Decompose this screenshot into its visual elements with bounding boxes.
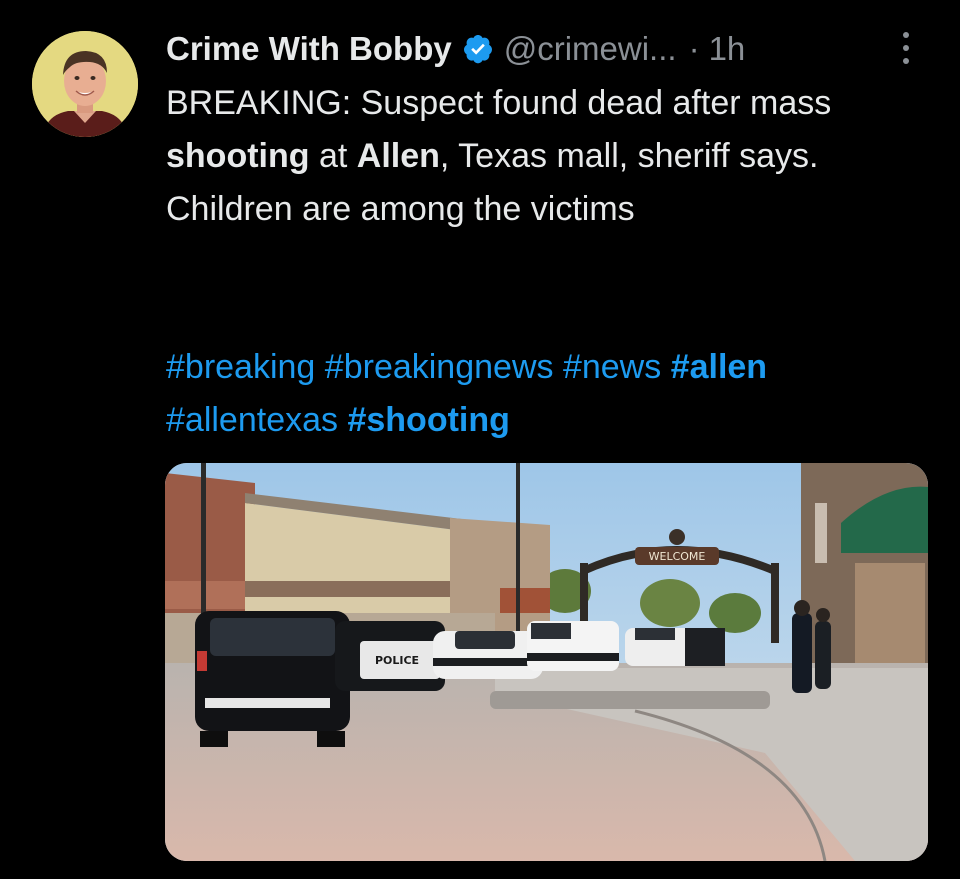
author-name[interactable]: Crime With Bobby xyxy=(166,30,452,68)
author-handle[interactable]: @crimewi... xyxy=(504,30,677,68)
police-scene-photo: WELCOME POLICE xyxy=(165,463,928,861)
hashtag-link[interactable]: #breaking xyxy=(166,348,315,386)
profile-photo xyxy=(32,31,138,137)
police-label: POLICE xyxy=(375,654,419,667)
hashtag-link[interactable]: #shooting xyxy=(347,401,509,439)
text-run: at xyxy=(309,137,357,175)
verified-badge-icon xyxy=(462,33,494,65)
police-car-1: POLICE xyxy=(335,621,445,691)
avatar[interactable] xyxy=(32,31,138,137)
welcome-sign-text: WELCOME xyxy=(649,550,706,563)
police-car-2 xyxy=(433,631,543,679)
tweet-timestamp[interactable]: 1h xyxy=(709,30,746,68)
separator-dot: · xyxy=(688,30,700,67)
tweet-media-photo[interactable]: WELCOME POLICE xyxy=(165,463,928,861)
hashtag-list: #breaking #breakingnews #news #allen #al… xyxy=(166,341,946,447)
bold-text-run: shooting xyxy=(166,137,310,175)
hashtag-link[interactable]: #allentexas xyxy=(166,401,338,439)
hashtag-link[interactable]: #breakingnews xyxy=(325,348,554,386)
more-options-icon[interactable] xyxy=(898,28,914,68)
tweet-text: BREAKING: Suspect found dead after mass … xyxy=(166,77,926,236)
police-car-3 xyxy=(527,621,619,671)
text-run: BREAKING: Suspect found dead after mass xyxy=(166,84,832,122)
hashtag-link[interactable]: #news xyxy=(563,348,661,386)
police-suv xyxy=(195,611,350,747)
hashtag-link[interactable]: #allen xyxy=(671,348,767,386)
tweet-header: Crime With Bobby @crimewi... · 1h xyxy=(166,24,940,74)
bold-text-run: Allen xyxy=(356,137,440,175)
police-car-4 xyxy=(625,628,725,666)
